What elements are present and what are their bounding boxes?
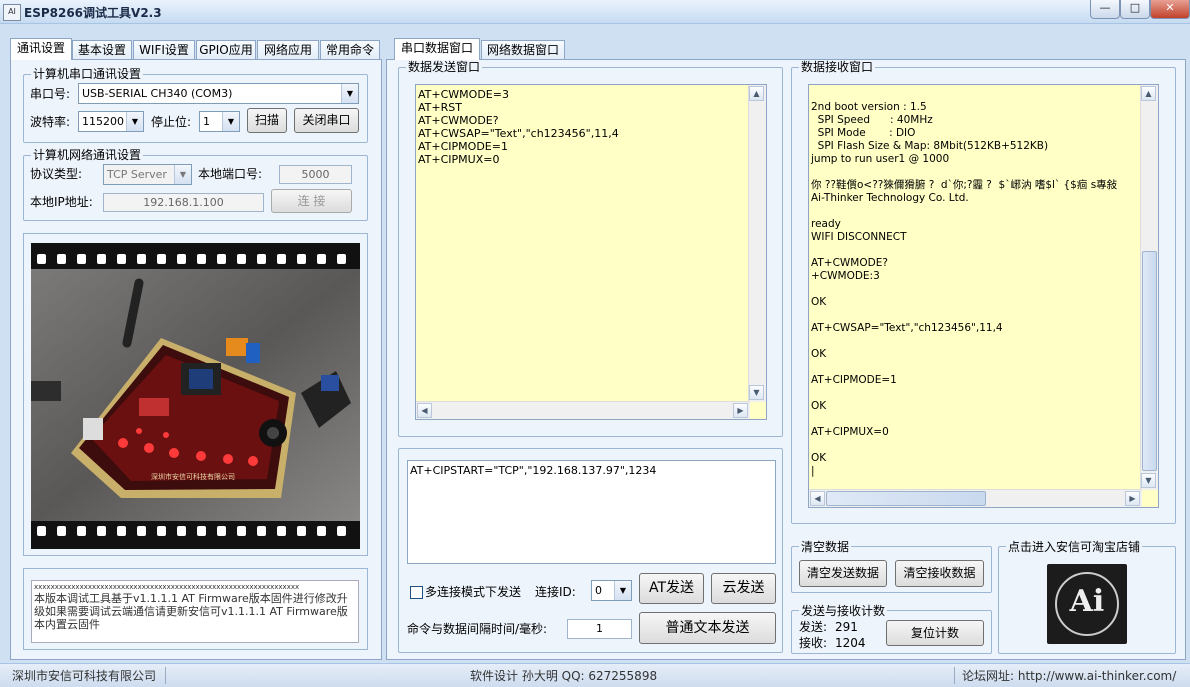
scroll-right-icon[interactable]: ▶ [733, 403, 748, 418]
multi-conn-label: 多连接模式下发送 [425, 585, 522, 599]
cloud-send-button[interactable]: 云发送 [711, 573, 776, 604]
receive-window-title: 数据接收窗口 [799, 60, 876, 74]
interval-field[interactable]: 1 [567, 619, 632, 639]
at-send-button[interactable]: AT发送 [639, 573, 704, 604]
tab-common-commands[interactable]: 常用命令 [320, 40, 380, 60]
tab-network-data[interactable]: 网络数据窗口 [481, 40, 565, 60]
chevron-down-icon: ▼ [614, 581, 631, 600]
scroll-left-icon[interactable]: ◀ [810, 491, 825, 506]
send-textarea[interactable]: AT+CWMODE=3 AT+RST AT+CWMODE? AT+CWSAP="… [415, 84, 767, 420]
product-photo: 深圳市安信可科技有限公司 [31, 243, 360, 549]
receive-textarea[interactable]: 2nd boot version : 1.5 SPI Speed : 40MHz… [808, 84, 1159, 508]
status-divider [954, 667, 955, 684]
title-bar: AI ESP8266调试工具V2.3 — □ ✕ [0, 0, 1190, 24]
scroll-up-icon[interactable]: ▲ [1141, 86, 1156, 101]
receive-vscroll[interactable]: ▲ ▼ [1140, 85, 1158, 490]
status-design: 软件设计 孙大明 QQ: 627255898 [470, 669, 658, 683]
send-window-title: 数据发送窗口 [406, 60, 483, 74]
tab-network-app[interactable]: 网络应用 [257, 40, 319, 60]
serial-group-title: 计算机串口通讯设置 [31, 67, 144, 81]
scroll-left-icon[interactable]: ◀ [417, 403, 432, 418]
baud-label: 波特率: [30, 115, 71, 129]
local-ip-label: 本地IP地址: [30, 195, 93, 209]
scroll-down-icon[interactable]: ▼ [749, 385, 764, 400]
send-vscroll[interactable]: ▲ ▼ [748, 85, 766, 402]
tab-wifi-settings[interactable]: WIFI设置 [133, 40, 195, 60]
receive-hscroll-thumb[interactable] [826, 491, 986, 506]
tab-gpio[interactable]: GPIO应用 [196, 40, 256, 60]
receive-vscroll-thumb[interactable] [1142, 251, 1157, 471]
receive-content: 2nd boot version : 1.5 SPI Speed : 40MHz… [811, 101, 1118, 477]
receive-hscroll[interactable]: ◀ ▶ [809, 489, 1142, 507]
interval-label: 命令与数据间隔时间/毫秒: [407, 622, 548, 636]
send-content: AT+CWMODE=3 AT+RST AT+CWMODE? AT+CWSAP="… [418, 88, 619, 166]
tab-serial-data[interactable]: 串口数据窗口 [394, 38, 480, 60]
notice-text: 本版本调试工具基于v1.1.1.1 AT Firmware版本固件进行修改升级如… [34, 592, 348, 631]
baud-select[interactable]: 115200 ▼ [78, 111, 144, 132]
send-hscroll[interactable]: ◀ ▶ [416, 401, 750, 419]
maximize-button[interactable]: □ [1120, 0, 1150, 19]
window-title: ESP8266调试工具V2.3 [24, 6, 162, 20]
app-icon: AI [3, 4, 21, 21]
shop-logo[interactable]: Ai [1047, 564, 1127, 644]
port-label: 串口号: [30, 87, 71, 101]
chevron-down-icon: ▼ [126, 112, 143, 131]
network-group-title: 计算机网络通讯设置 [31, 148, 144, 162]
sent-count: 291 [835, 620, 858, 634]
reset-counter-button[interactable]: 复位计数 [886, 620, 984, 646]
stopbit-label: 停止位: [151, 115, 192, 129]
connect-button[interactable]: 连 接 [271, 189, 352, 213]
text-send-button[interactable]: 普通文本发送 [639, 612, 776, 644]
close-port-button[interactable]: 关闭串口 [294, 108, 359, 133]
local-port-field[interactable]: 5000 [279, 165, 352, 184]
close-window-button[interactable]: ✕ [1150, 0, 1190, 19]
local-ip-field[interactable]: 192.168.1.100 [103, 193, 264, 212]
chevron-down-icon: ▼ [222, 112, 239, 131]
scroll-right-icon[interactable]: ▶ [1125, 491, 1140, 506]
chevron-down-icon: ▼ [174, 165, 191, 184]
recv-count: 1204 [835, 636, 866, 650]
scroll-down-icon[interactable]: ▼ [1141, 473, 1156, 488]
status-company: 深圳市安信可科技有限公司 [12, 669, 157, 683]
protocol-select[interactable]: TCP Server ▼ [103, 164, 192, 185]
counter-group-title: 发送与接收计数 [799, 604, 888, 618]
protocol-label: 协议类型: [30, 167, 83, 181]
multi-conn-checkbox[interactable] [410, 586, 423, 599]
notice-dashes: xxxxxxxxxxxxxxxxxxxxxxxxxxxxxxxxxxxxxxxx… [34, 583, 300, 591]
recv-label: 接收: [799, 636, 828, 650]
clear-send-button[interactable]: 清空发送数据 [799, 560, 887, 587]
command-input[interactable]: AT+CIPSTART="TCP","192.168.137.97",1234 [407, 460, 776, 564]
shop-group-title[interactable]: 点击进入安信可淘宝店铺 [1006, 540, 1143, 554]
tab-comm-settings[interactable]: 通讯设置 [10, 38, 72, 60]
notice-box: xxxxxxxxxxxxxxxxxxxxxxxxxxxxxxxxxxxxxxxx… [31, 580, 359, 643]
stopbit-select[interactable]: 1 ▼ [199, 111, 240, 132]
conn-id-select[interactable]: 0 ▼ [591, 580, 632, 601]
scan-button[interactable]: 扫描 [247, 108, 287, 133]
minimize-button[interactable]: — [1090, 0, 1120, 19]
sent-label: 发送: [799, 620, 828, 634]
clear-group-title: 清空数据 [799, 540, 852, 554]
status-forum[interactable]: 论坛网址: http://www.ai-thinker.com/ [962, 668, 1176, 684]
status-divider [165, 667, 166, 684]
scroll-up-icon[interactable]: ▲ [749, 86, 764, 101]
tab-basic-settings[interactable]: 基本设置 [72, 40, 132, 60]
status-bar: 深圳市安信可科技有限公司 软件设计 孙大明 QQ: 627255898 论坛网址… [0, 663, 1190, 687]
logo-text: Ai [1069, 584, 1105, 619]
conn-id-label: 连接ID: [535, 585, 576, 599]
clear-receive-button[interactable]: 清空接收数据 [895, 560, 984, 587]
board-label: 深圳市安信可科技有限公司 [151, 472, 235, 481]
chevron-down-icon: ▼ [341, 84, 358, 103]
port-select[interactable]: USB-SERIAL CH340 (COM3) ▼ [78, 83, 359, 104]
local-port-label: 本地端口号: [198, 167, 263, 181]
